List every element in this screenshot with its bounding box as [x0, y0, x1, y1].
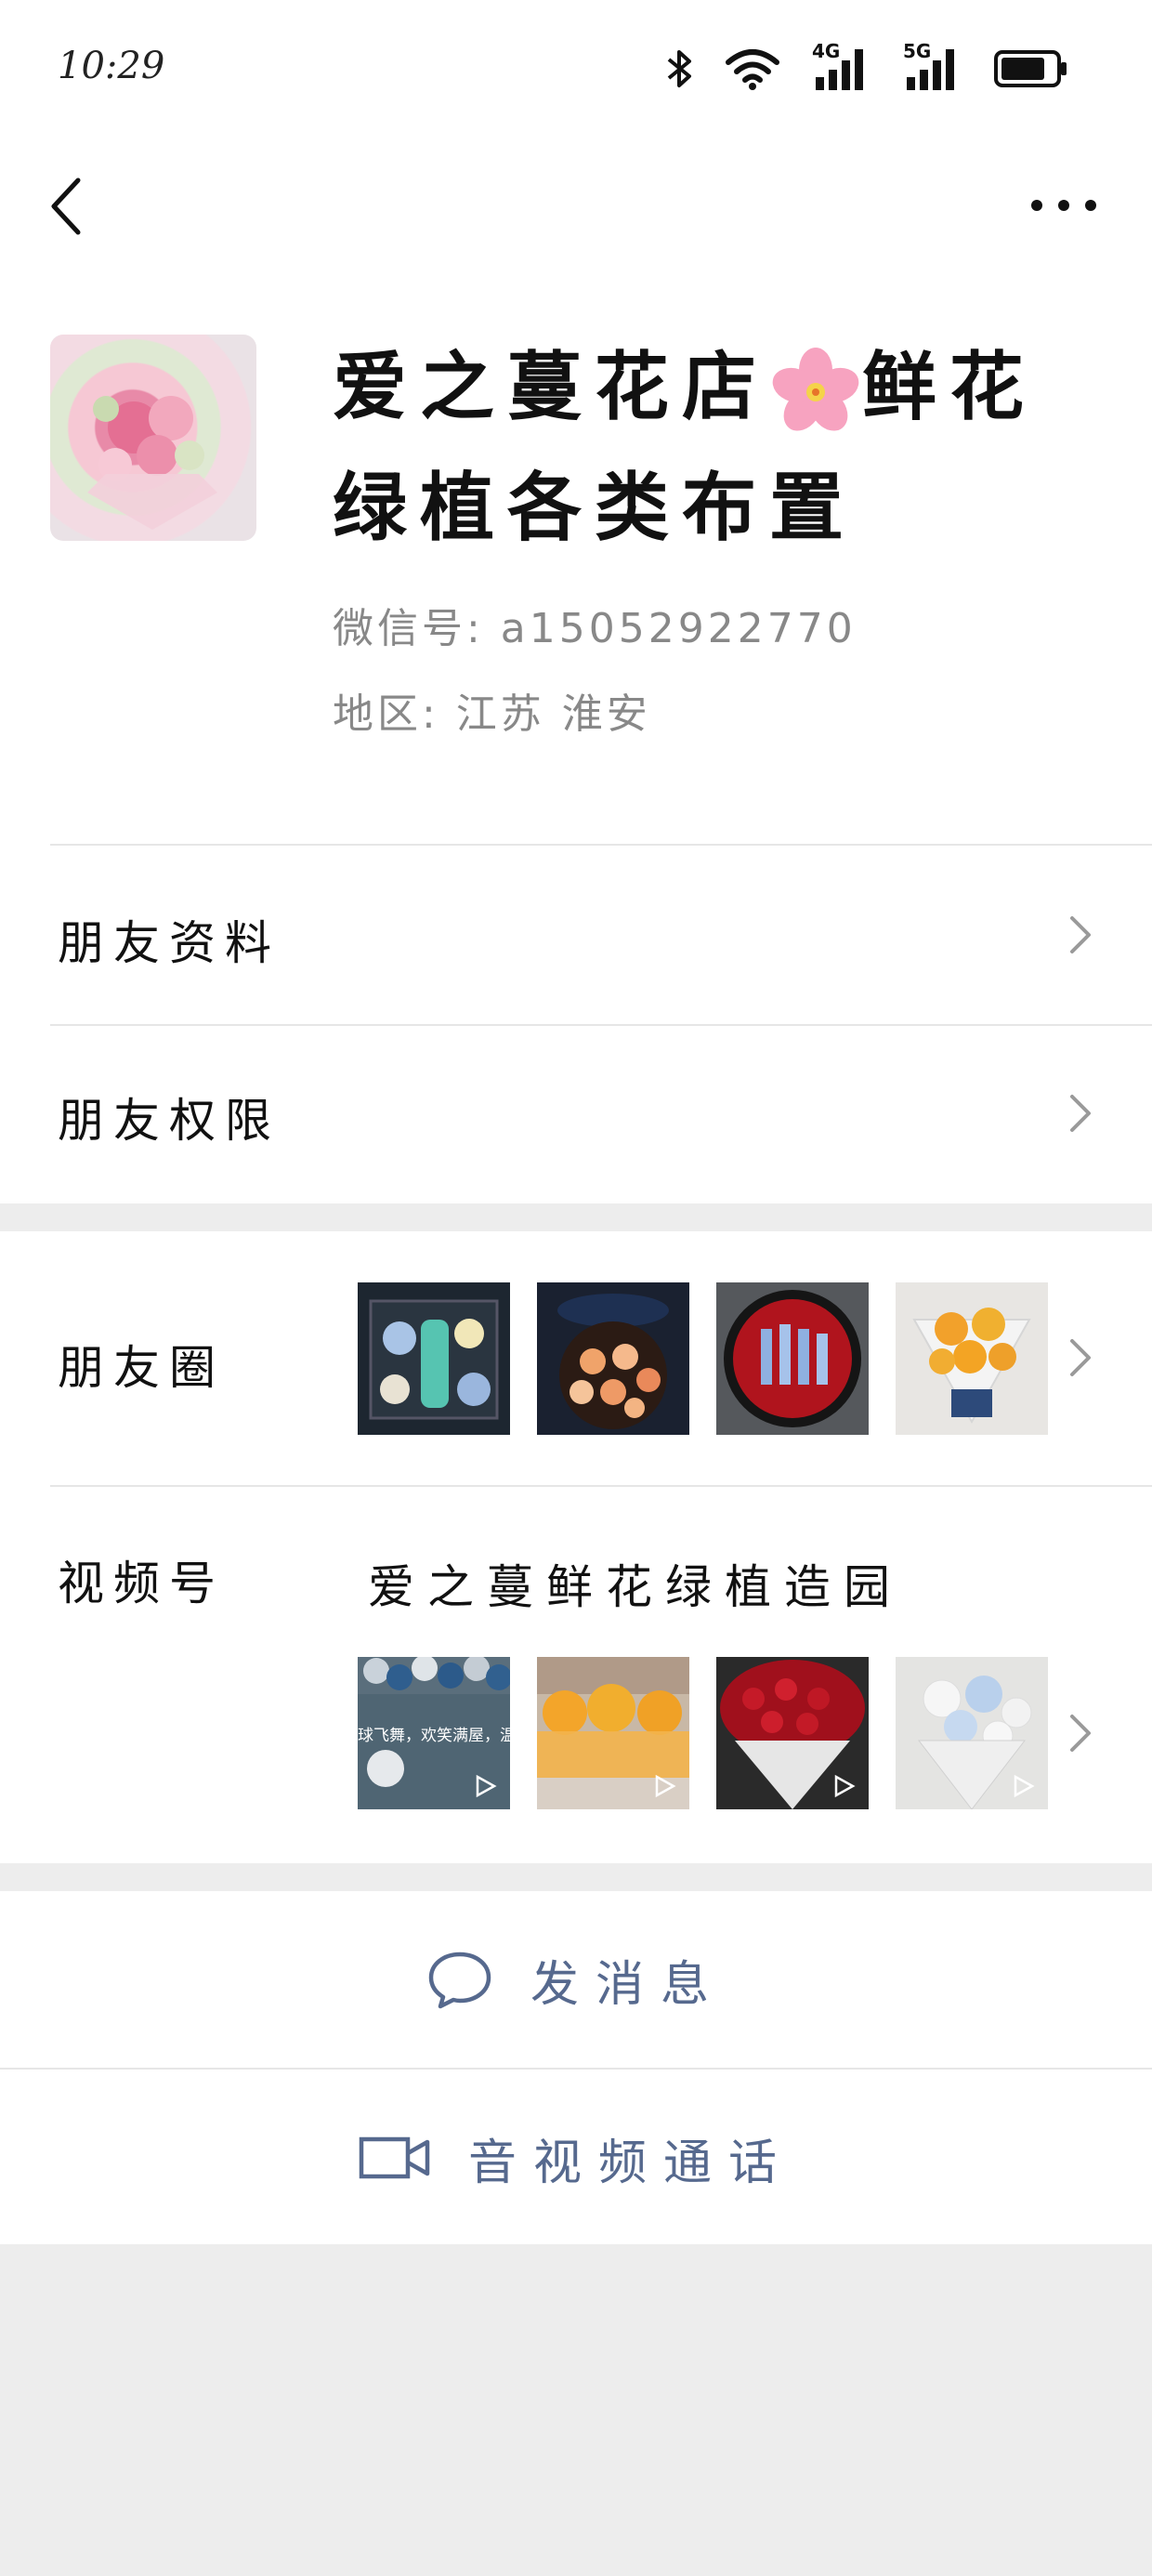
red-roses-box-icon [724, 1290, 861, 1427]
signal-4g-icon: 4G [812, 40, 871, 92]
friend-permissions-row[interactable]: 朋友权限 [0, 1026, 1152, 1203]
video-call-button[interactable]: 音视频通话 [0, 2070, 1152, 2246]
moments-thumb [358, 1282, 510, 1435]
chevron-right-icon [1070, 916, 1091, 953]
play-icon [1014, 1774, 1035, 1798]
dot-icon [1058, 200, 1069, 211]
profile-name: 爱之蔓花店 鲜花绿植各类布置 [333, 344, 1037, 551]
back-arrow-icon[interactable] [43, 173, 98, 240]
channel-thumb[interactable] [716, 1657, 869, 1809]
chevron-right-icon [1070, 1339, 1091, 1376]
bluetooth-icon [667, 50, 691, 87]
friend-permissions-label: 朋友权限 [58, 1094, 281, 1148]
friend-profile-label: 朋友资料 [58, 916, 281, 970]
play-icon [834, 1774, 856, 1798]
moments-row[interactable]: 朋友圈 [0, 1231, 1152, 1482]
video-camera-icon [359, 2136, 430, 2179]
battery-icon [994, 50, 1067, 87]
signal-5g-icon: 5G [903, 40, 962, 92]
chat-bubble-icon [428, 1952, 491, 2009]
video-call-label: 音视频通话 [467, 2135, 793, 2191]
dot-icon [1085, 200, 1096, 211]
status-bar: 10:29 4G 5G [0, 0, 1152, 139]
chevron-right-icon [1070, 1715, 1091, 1752]
moments-thumb [537, 1282, 689, 1435]
channel-name: 爱之蔓鲜花绿植造园 [368, 1560, 903, 1614]
flower-gift-box-icon [369, 1299, 499, 1420]
cherry-blossom-icon [772, 348, 859, 431]
play-icon [655, 1774, 676, 1798]
moments-thumb [716, 1282, 869, 1435]
wechat-id: 微信号: a15052922770 [333, 605, 857, 652]
send-message-button[interactable]: 发消息 [0, 1891, 1152, 2068]
more-options-button[interactable] [1031, 191, 1096, 219]
region: 地区: 江苏 淮安 [333, 690, 651, 738]
dot-icon [1031, 200, 1042, 211]
friend-profile-row[interactable]: 朋友资料 [0, 846, 1152, 1024]
nav-bar [0, 139, 1152, 279]
chevron-right-icon [1070, 1095, 1091, 1132]
channels-label: 视频号 [58, 1557, 225, 1610]
bouquet-photo-icon [87, 396, 217, 530]
moments-thumb [896, 1282, 1048, 1435]
channel-thumb[interactable] [537, 1657, 689, 1809]
wifi-icon [726, 49, 779, 90]
avatar[interactable] [50, 335, 256, 541]
status-time: 10:29 [58, 45, 165, 87]
channel-thumb[interactable]: 球飞舞，欢笑满屋，温 [358, 1657, 510, 1809]
thumb-caption: 球飞舞，欢笑满屋，温 [358, 1727, 510, 1745]
play-icon [476, 1774, 497, 1798]
channel-thumb[interactable] [896, 1657, 1048, 1809]
orange-roses-box-icon [557, 1294, 669, 1429]
moments-label: 朋友圈 [58, 1341, 225, 1395]
send-message-label: 发消息 [530, 1956, 726, 2013]
status-icons: 4G 5G [665, 40, 1068, 95]
sunflower-bouquet-icon [912, 1308, 1031, 1425]
